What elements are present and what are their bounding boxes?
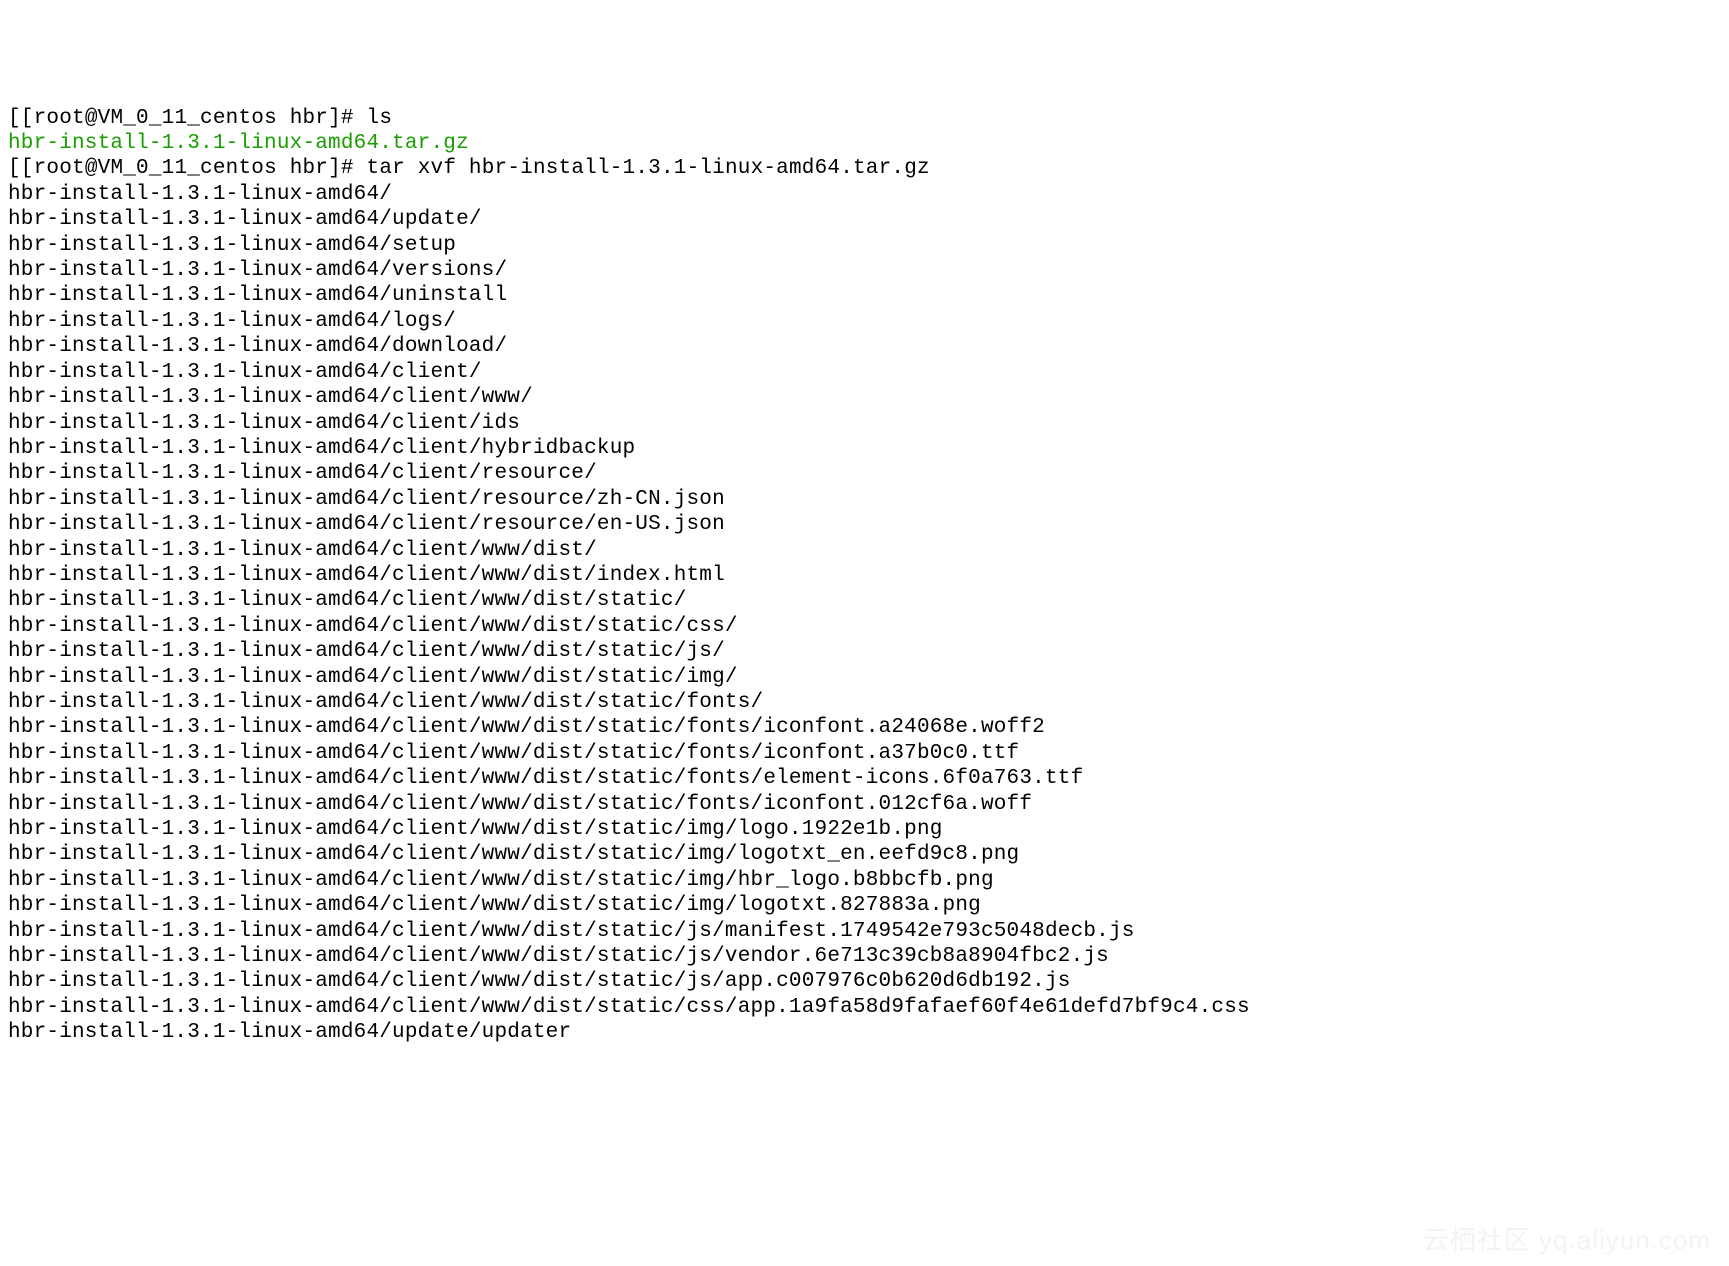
watermark: 云栖社区 yq.aliyun.com — [1423, 1225, 1711, 1256]
prompt-user: root — [34, 107, 85, 130]
tar-output-line: hbr-install-1.3.1-linux-amd64/client/www… — [8, 742, 1019, 765]
tar-output-line: hbr-install-1.3.1-linux-amd64/uninstall — [8, 284, 507, 307]
tar-output-line: hbr-install-1.3.1-linux-amd64/client/ — [8, 361, 482, 384]
tar-output-line: hbr-install-1.3.1-linux-amd64/client/res… — [8, 513, 725, 536]
tar-output-line: hbr-install-1.3.1-linux-amd64/ — [8, 183, 392, 206]
tar-output-line: hbr-install-1.3.1-linux-amd64/client/www… — [8, 691, 763, 714]
prompt-close-bracket: ]# — [328, 157, 354, 180]
tar-output-line: hbr-install-1.3.1-linux-amd64/client/www… — [8, 843, 1019, 866]
prompt-line-1: [[root@VM_0_11_centos hbr]# ls — [8, 107, 392, 130]
tar-output-line: hbr-install-1.3.1-linux-amd64/client/www… — [8, 539, 597, 562]
tar-output-line: hbr-install-1.3.1-linux-amd64/client/www… — [8, 589, 687, 612]
tar-output-line: hbr-install-1.3.1-linux-amd64/client/www… — [8, 996, 1250, 1019]
tar-output-line: hbr-install-1.3.1-linux-amd64/client/res… — [8, 462, 597, 485]
command-ls: ls — [367, 107, 393, 130]
tar-output-line: hbr-install-1.3.1-linux-amd64/client/www… — [8, 615, 738, 638]
tar-output-line: hbr-install-1.3.1-linux-amd64/setup — [8, 234, 456, 257]
prompt-at: @ — [85, 107, 98, 130]
tar-output-line: hbr-install-1.3.1-linux-amd64/update/upd… — [8, 1021, 571, 1044]
tar-output-line: hbr-install-1.3.1-linux-amd64/download/ — [8, 335, 507, 358]
tar-output-line: hbr-install-1.3.1-linux-amd64/client/www… — [8, 767, 1083, 790]
tar-output-line: hbr-install-1.3.1-linux-amd64/client/res… — [8, 488, 725, 511]
tar-output-line: hbr-install-1.3.1-linux-amd64/client/www… — [8, 970, 1071, 993]
tar-output-line: hbr-install-1.3.1-linux-amd64/versions/ — [8, 259, 507, 282]
prompt-host: VM_0_11_centos — [98, 157, 277, 180]
prompt-cwd: hbr — [290, 157, 328, 180]
prompt-at: @ — [85, 157, 98, 180]
tar-output-line: hbr-install-1.3.1-linux-amd64/client/hyb… — [8, 437, 635, 460]
prompt-cwd: hbr — [290, 107, 328, 130]
tar-output-line: hbr-install-1.3.1-linux-amd64/client/www… — [8, 894, 981, 917]
tar-output-line: hbr-install-1.3.1-linux-amd64/client/www… — [8, 818, 943, 841]
tar-output-line: hbr-install-1.3.1-linux-amd64/logs/ — [8, 310, 456, 333]
tar-output-line: hbr-install-1.3.1-linux-amd64/client/www… — [8, 793, 1032, 816]
tar-output-line: hbr-install-1.3.1-linux-amd64/client/ids — [8, 412, 520, 435]
command-tar: tar xvf hbr-install-1.3.1-linux-amd64.ta… — [367, 157, 930, 180]
tar-output-line: hbr-install-1.3.1-linux-amd64/client/www… — [8, 869, 994, 892]
tar-output-line: hbr-install-1.3.1-linux-amd64/client/www… — [8, 640, 725, 663]
tar-output: hbr-install-1.3.1-linux-amd64/ hbr-insta… — [8, 183, 1250, 1044]
tar-output-line: hbr-install-1.3.1-linux-amd64/client/www… — [8, 386, 533, 409]
prompt-open-bracket: [[ — [8, 157, 34, 180]
tar-output-line: hbr-install-1.3.1-linux-amd64/client/www… — [8, 716, 1045, 739]
ls-output-file: hbr-install-1.3.1-linux-amd64.tar.gz — [8, 132, 469, 155]
tar-output-line: hbr-install-1.3.1-linux-amd64/client/www… — [8, 945, 1109, 968]
terminal-output[interactable]: [[root@VM_0_11_centos hbr]# ls hbr-insta… — [8, 106, 1721, 1046]
tar-output-line: hbr-install-1.3.1-linux-amd64/client/www… — [8, 564, 725, 587]
tar-output-line: hbr-install-1.3.1-linux-amd64/client/www… — [8, 666, 738, 689]
prompt-open-bracket: [[ — [8, 107, 34, 130]
prompt-line-2: [[root@VM_0_11_centos hbr]# tar xvf hbr-… — [8, 157, 930, 180]
tar-output-line: hbr-install-1.3.1-linux-amd64/client/www… — [8, 920, 1135, 943]
prompt-host: VM_0_11_centos — [98, 107, 277, 130]
prompt-user: root — [34, 157, 85, 180]
prompt-close-bracket: ]# — [328, 107, 354, 130]
tar-output-line: hbr-install-1.3.1-linux-amd64/update/ — [8, 208, 482, 231]
